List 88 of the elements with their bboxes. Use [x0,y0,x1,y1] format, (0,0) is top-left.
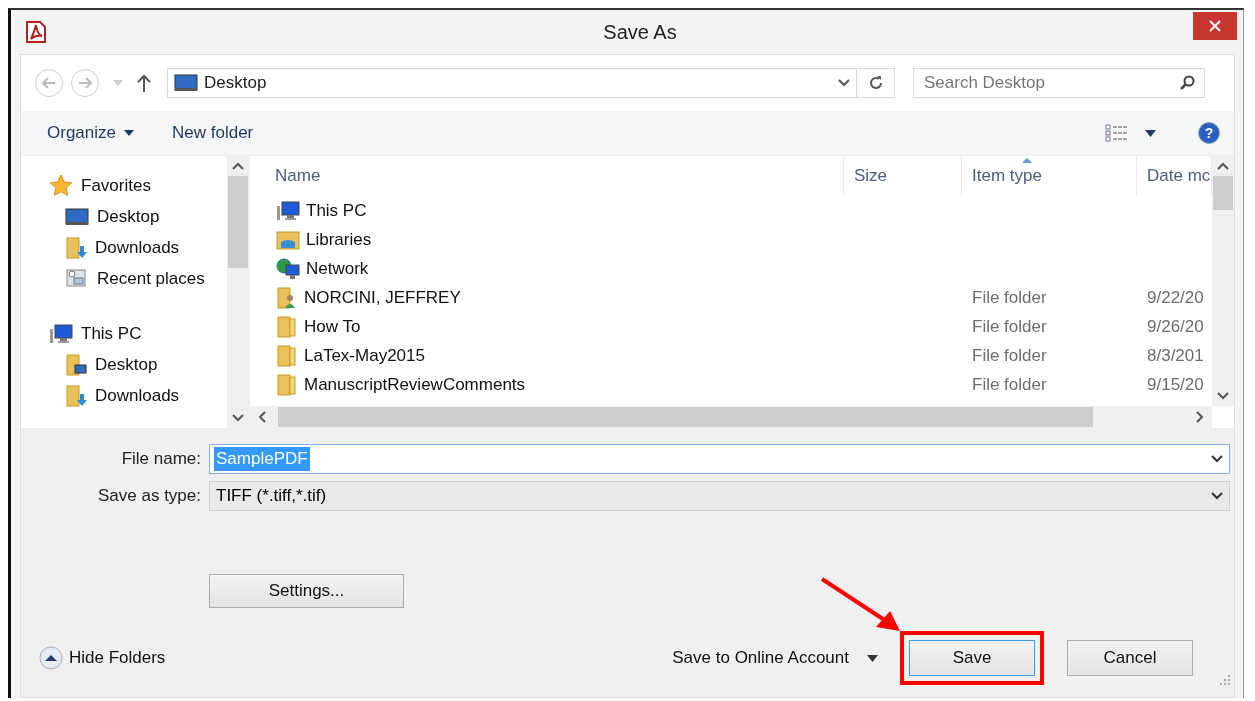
refresh-icon [867,75,884,91]
chevron-down-icon [1211,492,1223,500]
refresh-button[interactable] [857,68,895,98]
computer-icon [49,322,73,345]
chevron-down-icon[interactable] [838,79,850,87]
scroll-down-icon [232,414,244,422]
search-field[interactable]: Search Desktop [913,68,1205,98]
file-name-cell[interactable]: Network [250,257,844,280]
column-header[interactable]: Size [844,156,962,196]
file-name-label: File name: [120,449,202,469]
folder-icon [276,343,298,368]
desktop-folder-icon [65,352,87,377]
star-icon [49,173,73,198]
hide-folders-button[interactable]: Hide Folders [39,646,166,670]
save-as-type-label: Save as type: [97,486,202,506]
date-text: 9/26/20 [1147,316,1204,336]
pdf-icon [25,20,47,44]
caret-icon [124,130,134,136]
forward-arrow-icon [78,77,92,89]
nav-item[interactable]: Recent places [49,263,227,294]
downloads-folder-icon [65,235,87,260]
scroll-left-icon [258,411,266,423]
file-name-cell[interactable]: Libraries [250,228,844,251]
scrollbar-thumb[interactable] [1213,176,1233,210]
organize-button[interactable]: Organize [41,119,140,147]
search-icon [1179,75,1195,91]
save-as-type-dropdown[interactable]: TIFF (*.tiff,*.tif) [209,481,1230,511]
save-button[interactable]: Save [909,640,1035,676]
column-header[interactable]: Name [250,156,844,196]
network-icon [276,257,300,280]
cancel-button[interactable]: Cancel [1067,640,1193,676]
caret-icon [867,654,878,662]
file-name-cell[interactable]: NORCINI, JEFFREY [250,285,844,310]
save-to-online-account-button[interactable]: Save to Online Account [666,647,884,669]
address-text: Desktop [204,73,267,93]
scroll-down-icon [1217,392,1229,400]
file-name-cell[interactable]: ManuscriptReviewComments [250,372,844,397]
forward-button[interactable] [71,69,99,97]
date-text: 9/15/20 [1147,374,1204,394]
desktop-icon [174,73,198,93]
column-header[interactable]: Item type [962,156,1137,196]
sort-ascending-icon [1022,158,1032,163]
back-arrow-icon [42,77,56,89]
caret-icon[interactable] [1145,129,1156,137]
nav-item[interactable]: Downloads [49,380,227,411]
desktop-icon [65,206,89,227]
file-name-cell[interactable]: LaTex-May2015 [250,343,844,368]
nav-item[interactable]: Desktop [49,201,227,232]
file-name-cell[interactable]: How To [250,314,844,339]
settings-button[interactable]: Settings... [209,574,404,608]
nav-item[interactable]: Downloads [49,232,227,263]
file-name-cell[interactable]: This PC [250,199,844,222]
close-icon [1209,20,1221,32]
recent-locations-caret-icon[interactable] [113,80,123,86]
item-type-text: File folder [972,345,1047,365]
date-text: 8/3/201 [1147,345,1204,365]
address-bar[interactable]: Desktop [167,68,857,98]
up-arrow-icon[interactable] [137,74,151,92]
back-button[interactable] [35,69,63,97]
vertical-scrollbar[interactable] [227,156,249,428]
computer-icon [276,199,300,222]
view-options-icon[interactable] [1105,124,1129,142]
help-button[interactable]: ? [1198,122,1220,144]
collapse-up-icon [39,646,63,670]
nav-item[interactable]: This PC [49,318,227,349]
item-type-text: File folder [972,287,1047,307]
nav-item[interactable]: Favorites [49,170,227,201]
folder-icon [276,372,298,397]
scroll-up-icon [232,162,244,170]
date-text: 9/22/20 [1147,287,1204,307]
item-type-text: File folder [972,374,1047,394]
item-type-text: File folder [972,316,1047,336]
libraries-icon [276,228,300,251]
horizontal-scrollbar[interactable] [250,406,1212,428]
downloads-folder-icon [65,383,87,408]
vertical-scrollbar[interactable] [1212,156,1234,406]
resize-grip-icon[interactable] [1220,675,1230,685]
scroll-up-icon [1217,162,1229,170]
user-folder-icon [276,285,298,310]
new-folder-button[interactable]: New folder [166,119,260,147]
scrollbar-thumb[interactable] [228,176,248,268]
close-button[interactable] [1193,12,1237,40]
window-title: Save As [603,20,677,44]
scroll-right-icon [1196,411,1204,423]
chevron-down-icon [1211,455,1223,463]
scrollbar-thumb[interactable] [278,407,1093,427]
folder-icon [276,314,298,339]
nav-item[interactable]: Desktop [49,349,227,380]
